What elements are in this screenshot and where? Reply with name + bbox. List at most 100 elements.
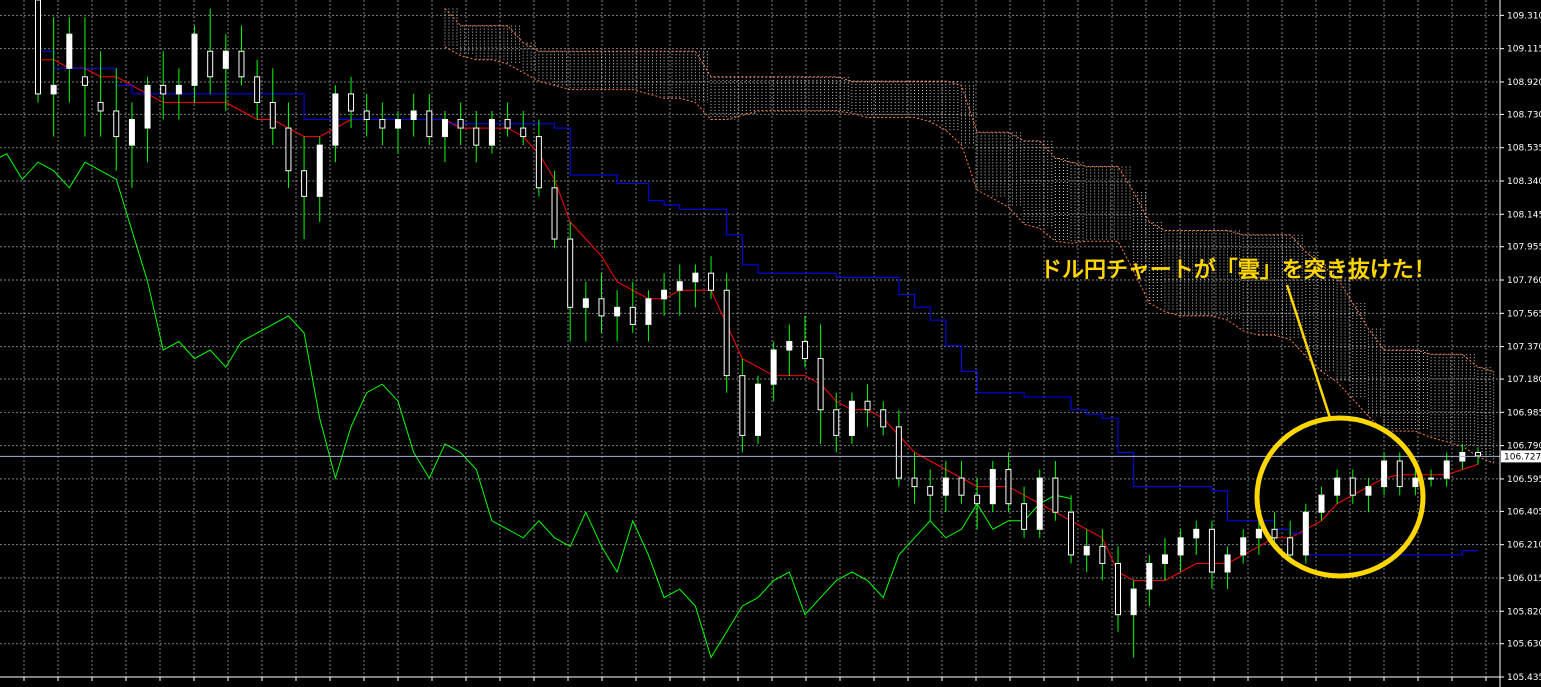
candle-body: [551, 187, 558, 240]
candle-body: [1115, 562, 1121, 616]
candle-body: [1302, 511, 1309, 556]
candle-body: [848, 400, 855, 436]
candle-body: [175, 84, 182, 95]
candle-body: [426, 110, 433, 138]
y-tick-label: 109.115: [1507, 45, 1541, 55]
candle-body: [1443, 460, 1450, 479]
candle-body: [395, 119, 401, 129]
candle-body: [770, 349, 777, 385]
candle-body: [614, 306, 621, 317]
candle-body: [974, 494, 981, 505]
candle-body: [473, 127, 480, 146]
candle-body: [708, 272, 715, 291]
candle-body: [285, 127, 292, 172]
candle-body: [1068, 511, 1075, 556]
candle-body: [739, 375, 746, 436]
candle-body: [1381, 460, 1388, 488]
candle-body: [629, 306, 636, 325]
y-tick-label: 108.145: [1507, 210, 1541, 220]
candle-body: [1318, 494, 1325, 513]
candle-body: [504, 119, 511, 129]
candle-body: [379, 119, 386, 129]
candle-body: [222, 50, 229, 69]
y-tick-label: 107.760: [1507, 276, 1541, 286]
candle-body: [1396, 460, 1403, 488]
candle-body: [35, 0, 41, 95]
y-tick-label: 106.985: [1507, 408, 1541, 418]
candle-body: [1349, 477, 1356, 496]
candle-body: [1271, 528, 1278, 539]
candle-body: [1083, 545, 1090, 556]
candle-body: [160, 84, 167, 95]
y-tick-label: 107.955: [1507, 243, 1541, 253]
y-tick-label: 105.820: [1507, 607, 1541, 617]
y-tick-label: 106.015: [1507, 574, 1541, 584]
y-tick-label: 107.565: [1507, 309, 1541, 319]
candle-body: [786, 340, 793, 351]
candle-body: [1052, 477, 1059, 513]
candle-body: [1365, 486, 1372, 496]
candle-body: [301, 170, 308, 197]
candle-body: [1475, 451, 1481, 457]
y-tick-label: 105.435: [1507, 673, 1541, 683]
candle-body: [755, 383, 761, 436]
ichimoku-chart: 106.727 109.310 109.115 108.920 108.730 108.…: [0, 0, 1541, 687]
y-tick-label: 106.405: [1507, 507, 1541, 517]
candle-body: [864, 400, 871, 411]
candle-body: [1287, 537, 1294, 556]
candle-body: [1334, 477, 1341, 496]
candle-body: [598, 298, 605, 317]
candle-body: [50, 84, 57, 95]
candle-body: [1412, 477, 1419, 488]
candle-body: [348, 93, 355, 112]
y-tick-label: 107.370: [1507, 343, 1541, 353]
candle-body: [1428, 477, 1435, 480]
candle-body: [410, 110, 417, 121]
candle-body: [1130, 588, 1137, 616]
y-tick-label: 108.535: [1507, 144, 1541, 154]
candle-body: [567, 238, 574, 308]
candle-body: [1177, 537, 1184, 556]
annotation-text: ドル円チャートが「雲」を突き抜けた！: [1040, 258, 1436, 283]
candle-body: [488, 119, 495, 146]
candle-body: [645, 298, 652, 325]
candle-body: [316, 144, 323, 197]
candle-body: [520, 127, 527, 138]
y-tick-label: 105.630: [1507, 640, 1541, 650]
candle-body: [989, 469, 996, 505]
current-price-label: 106.727: [1504, 452, 1541, 462]
candle-body: [1021, 503, 1028, 530]
candle-body: [833, 409, 840, 436]
candle-body: [457, 119, 464, 129]
candle-body: [958, 477, 965, 496]
candle-body: [1224, 554, 1231, 573]
candle-body: [535, 136, 542, 189]
candle-body: [911, 477, 918, 488]
candle-body: [441, 119, 448, 138]
candle-body: [880, 409, 887, 428]
y-tick-label: 106.210: [1507, 541, 1541, 551]
candle-body: [332, 93, 339, 146]
candle-body: [801, 340, 808, 360]
candle-body: [254, 76, 261, 103]
candle-body: [207, 50, 214, 78]
candle-body: [81, 76, 88, 86]
candle-body: [1005, 469, 1012, 505]
candle-body: [927, 486, 934, 496]
candle-body: [144, 84, 151, 129]
candle-body: [582, 298, 589, 308]
candle-body: [238, 50, 245, 78]
candle-body: [1146, 562, 1153, 590]
candle-body: [1161, 554, 1168, 564]
y-tick-label: 106.595: [1507, 475, 1541, 485]
candle-body: [363, 110, 370, 121]
candle-body: [1099, 545, 1106, 564]
candle-body: [676, 281, 683, 291]
candle-body: [692, 272, 699, 283]
candle-body: [661, 289, 668, 300]
candle-body: [1255, 528, 1262, 539]
candle-body: [723, 289, 730, 377]
candle-body: [128, 119, 135, 146]
y-tick-label: 107.180: [1507, 375, 1541, 385]
candle-body: [1208, 528, 1215, 573]
